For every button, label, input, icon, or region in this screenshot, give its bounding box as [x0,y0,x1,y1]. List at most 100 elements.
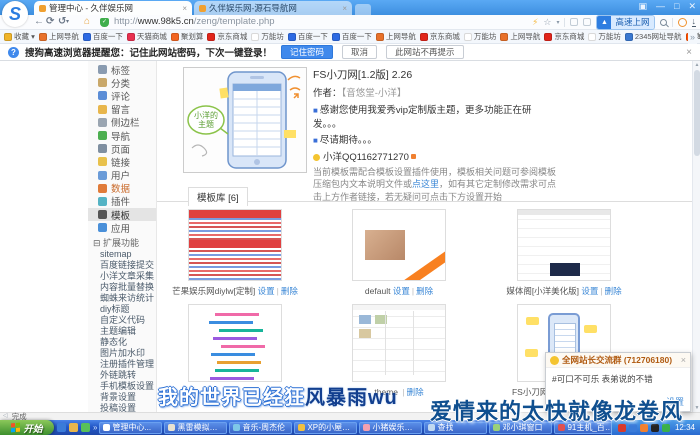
taskbar-button[interactable]: 管理中心... [99,422,162,434]
scrollbar-thumb[interactable] [694,70,700,156]
click-here-link[interactable]: 点这里 [412,179,439,189]
sidebar-item[interactable]: 留言 [88,103,156,116]
close-icon[interactable]: × [681,355,686,365]
lightning-icon[interactable]: ⚡ [532,17,538,28]
template-thumbnail[interactable] [188,304,282,382]
desktop-lyrics-line-1: 我的世界已经狂风暴雨wu [158,381,398,410]
bookmark-item[interactable]: 京东商城 [544,31,584,42]
search-icon[interactable] [660,19,667,26]
sidebar-toggle-icon[interactable]: ◁ [3,413,8,420]
sidebar-item[interactable]: 导航 [88,129,156,142]
popup-message: #可口不可乐 表弟说的不错 [546,368,690,385]
close-icon[interactable]: × [686,47,692,58]
cancel-button[interactable]: 取消 [342,45,377,59]
quick-launch-icon[interactable] [57,423,66,432]
sidebar-item[interactable]: 侧边栏 [88,116,156,129]
bookmark-item[interactable]: 天猫商城 [127,31,167,42]
smiley-icon[interactable] [678,18,687,27]
start-button[interactable]: 开始 [0,420,54,435]
home-icon[interactable]: ⌂ [84,15,90,29]
set-link[interactable]: 设置 [581,286,598,296]
favorite-star-icon[interactable]: ☆ [543,17,551,28]
skin-icon[interactable]: ▣ [639,1,648,12]
scroll-up-icon[interactable]: ▲ [693,62,700,68]
never-prompt-button[interactable]: 此网站不再提示 [386,45,464,59]
refresh-icon[interactable]: ⟳ [46,15,54,29]
extension-icon[interactable] [570,18,578,26]
bookmark-favicon [288,33,296,41]
bookmark-item[interactable]: 上网导航 [500,31,540,42]
bookmark-item[interactable]: 京东商城 [420,31,460,42]
template-card: 媒体阁[小洋美化版] 设置|删除 [489,209,639,297]
template-thumbnail[interactable] [188,209,282,281]
delete-link[interactable]: 删除 [407,387,424,397]
tab-strip: 管理中心 - 久伴娱乐网 × 久伴娱乐网-源石导航网 × [34,1,371,15]
tab-template-library[interactable]: 模板库 [6] [188,187,248,206]
sidebar-item[interactable]: 数据 [88,182,156,195]
bookmark-favicon [207,33,215,41]
bookmark-item[interactable]: 聚划算 [171,31,204,42]
sidebar-item[interactable]: 链接 [88,155,156,168]
taskbar-button[interactable]: 小猪娱乐网... [359,422,422,434]
tab-site-home[interactable]: 久伴娱乐网-源石导航网 × [194,1,352,15]
close-icon[interactable]: ✕ [688,1,696,12]
url-domain: www.98k5.cn [138,16,194,27]
bookmark-item[interactable]: 百度一下 [332,31,372,42]
sidebar-item[interactable]: 投稿设置 [88,402,156,412]
minimize-icon[interactable]: — [656,1,665,12]
quick-launch-icon[interactable] [69,423,78,432]
quick-launch-icon[interactable] [81,423,90,432]
chevron-down-icon[interactable]: ▾ [556,19,559,26]
popup-title: 全网站长交流群 (712706180) [562,354,681,366]
sidebar-item[interactable]: 分类 [88,76,156,89]
sidebar-item[interactable]: 模板 [88,208,156,221]
bookmark-item[interactable]: 2345网址导航 [625,31,682,42]
speed-mode-button[interactable]: ▲高速上网 [596,15,654,30]
security-shield-icon[interactable]: ✓ [100,18,109,27]
delete-link[interactable]: 删除 [416,286,433,296]
back-icon[interactable]: ← [34,15,44,29]
delete-link[interactable]: 删除 [281,286,298,296]
bookmark-item[interactable]: 百度一下 [83,31,123,42]
quick-launch-overflow-icon[interactable]: » [93,423,97,432]
sidebar-item-icon [98,157,107,166]
bookmark-item[interactable]: 万能坊 [251,31,284,42]
bookmark-item[interactable]: 收藏 ▾ [4,31,35,42]
sidebar-item[interactable]: ⊟ 扩展功能 [88,236,156,248]
download-icon[interactable]: ↓ [692,17,697,27]
bookmark-item[interactable]: 上网导航 [39,31,79,42]
address-bar[interactable]: http://www.98k5.cn/zeng/template.php [114,15,275,29]
bookmarks-overflow-icon[interactable]: » [688,30,697,44]
tab-admin-center[interactable]: 管理中心 - 久伴娱乐网 × [34,1,192,15]
template-thumbnail[interactable] [517,209,611,281]
scroll-down-icon[interactable]: ▼ [693,405,700,411]
remember-password-button[interactable]: 记住密码 [281,45,333,59]
bookmark-item[interactable]: 京东商城 [207,31,247,42]
bookmark-item[interactable]: 万能坊 [588,31,621,42]
bookmark-item[interactable]: 万能坊 [464,31,497,42]
sidebar-item[interactable]: 应用 [88,221,156,234]
sidebar-item[interactable]: 评论 [88,89,156,102]
sidebar-item[interactable]: 插件 [88,195,156,208]
tab-close-icon[interactable]: × [182,4,187,13]
set-link[interactable]: 设置 [258,286,275,296]
new-tab-button[interactable] [355,4,371,15]
set-link[interactable]: 设置 [393,286,410,296]
maximize-icon[interactable]: □ [674,1,679,12]
taskbar-button[interactable]: 音乐-周杰伦 [229,422,292,434]
bookmark-favicon [332,33,340,41]
sidebar-item[interactable]: 用户 [88,169,156,182]
bookmark-item[interactable]: 百度一下 [288,31,328,42]
template-thumbnail[interactable] [352,209,446,281]
tab-close-icon[interactable]: × [342,4,347,13]
sidebar-item[interactable]: 页面 [88,142,156,155]
sidebar-item[interactable]: 标签 [88,63,156,76]
taskbar-button[interactable]: XP的小屋大客服 [294,422,357,434]
bookmark-item[interactable]: 上网导航 [376,31,416,42]
template-thumbnail[interactable] [352,304,446,382]
extension-icon[interactable] [583,18,591,26]
speed-mode-icon: ▲ [597,16,611,29]
delete-link[interactable]: 删除 [605,286,622,296]
taskbar-button[interactable]: 黑雷模拟大师 [164,422,227,434]
chevron-down-icon[interactable]: ▾ [66,15,69,29]
